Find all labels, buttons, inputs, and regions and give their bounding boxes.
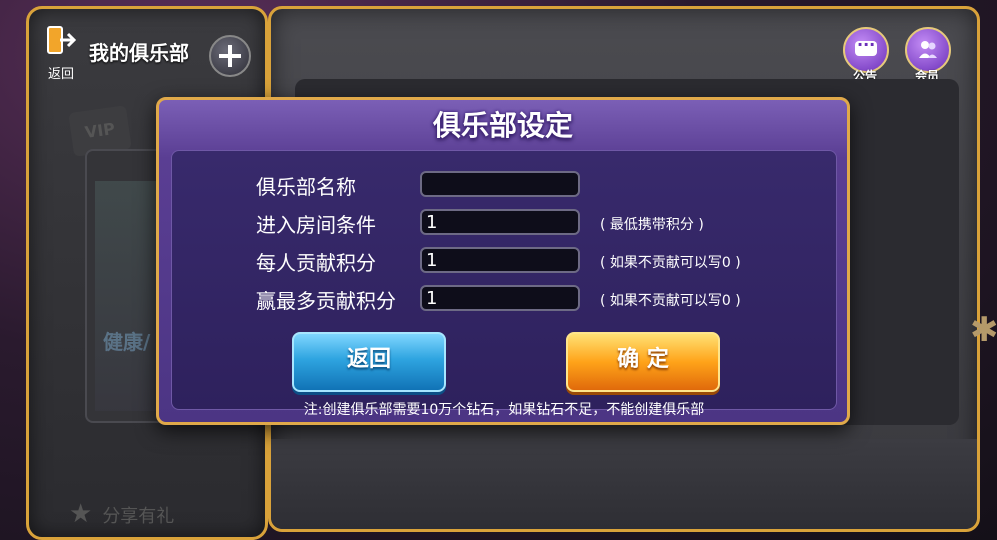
entry-condition-hint: ( 最低携带积分 )	[600, 217, 704, 233]
my-clubs-title: 我的俱乐部	[89, 41, 189, 65]
dialog-back-button[interactable]: 返回	[292, 332, 446, 392]
gear-icon: ✱	[970, 310, 997, 350]
dialog-confirm-button[interactable]: 确 定	[566, 332, 720, 392]
back-button-label: 返回	[47, 67, 74, 82]
club-list-header: 返回 我的俱乐部	[39, 17, 251, 82]
dialog-body: 俱乐部名称 进入房间条件 ( 最低携带积分 ) 每人贡献积分 ( 如果不贡献可以…	[171, 150, 837, 418]
chat-bubble-icon	[855, 35, 877, 56]
member-button[interactable]: 会员	[905, 27, 951, 84]
per-person-contribution-hint: ( 如果不贡献可以写0 )	[600, 255, 741, 271]
per-person-contribution-label: 每人贡献积分	[256, 251, 376, 275]
club-card-text: 健康/	[103, 330, 151, 354]
add-club-button[interactable]	[209, 35, 251, 77]
club-settings-dialog: 俱乐部设定 俱乐部名称 进入房间条件 ( 最低携带积分 ) 每人贡献积分 ( 如…	[156, 97, 850, 425]
per-person-contribution-input[interactable]	[420, 247, 580, 273]
club-name-input[interactable]	[420, 171, 580, 197]
max-win-contribution-label: 赢最多贡献积分	[256, 289, 396, 313]
entry-condition-label: 进入房间条件	[256, 213, 376, 237]
exit-door-icon	[47, 26, 77, 54]
star-icon: ★	[69, 499, 93, 529]
back-button[interactable]: 返回	[43, 25, 79, 82]
entry-condition-input[interactable]	[420, 209, 580, 235]
max-win-contribution-hint: ( 如果不贡献可以写0 )	[600, 293, 741, 309]
diamond-requirement-note: 注:创建俱乐部需要10万个钻石，如果钻石不足，不能创建俱乐部	[303, 402, 705, 418]
club-name-label: 俱乐部名称	[256, 175, 356, 199]
notice-button[interactable]: 公告	[843, 27, 889, 84]
members-icon	[919, 41, 937, 58]
share-reward-button[interactable]: ★ 分享有礼	[69, 499, 174, 529]
dialog-title: 俱乐部设定	[432, 109, 573, 142]
share-reward-label: 分享有礼	[102, 506, 175, 527]
bottom-toolbar	[271, 439, 977, 529]
max-win-contribution-input[interactable]	[420, 285, 580, 311]
